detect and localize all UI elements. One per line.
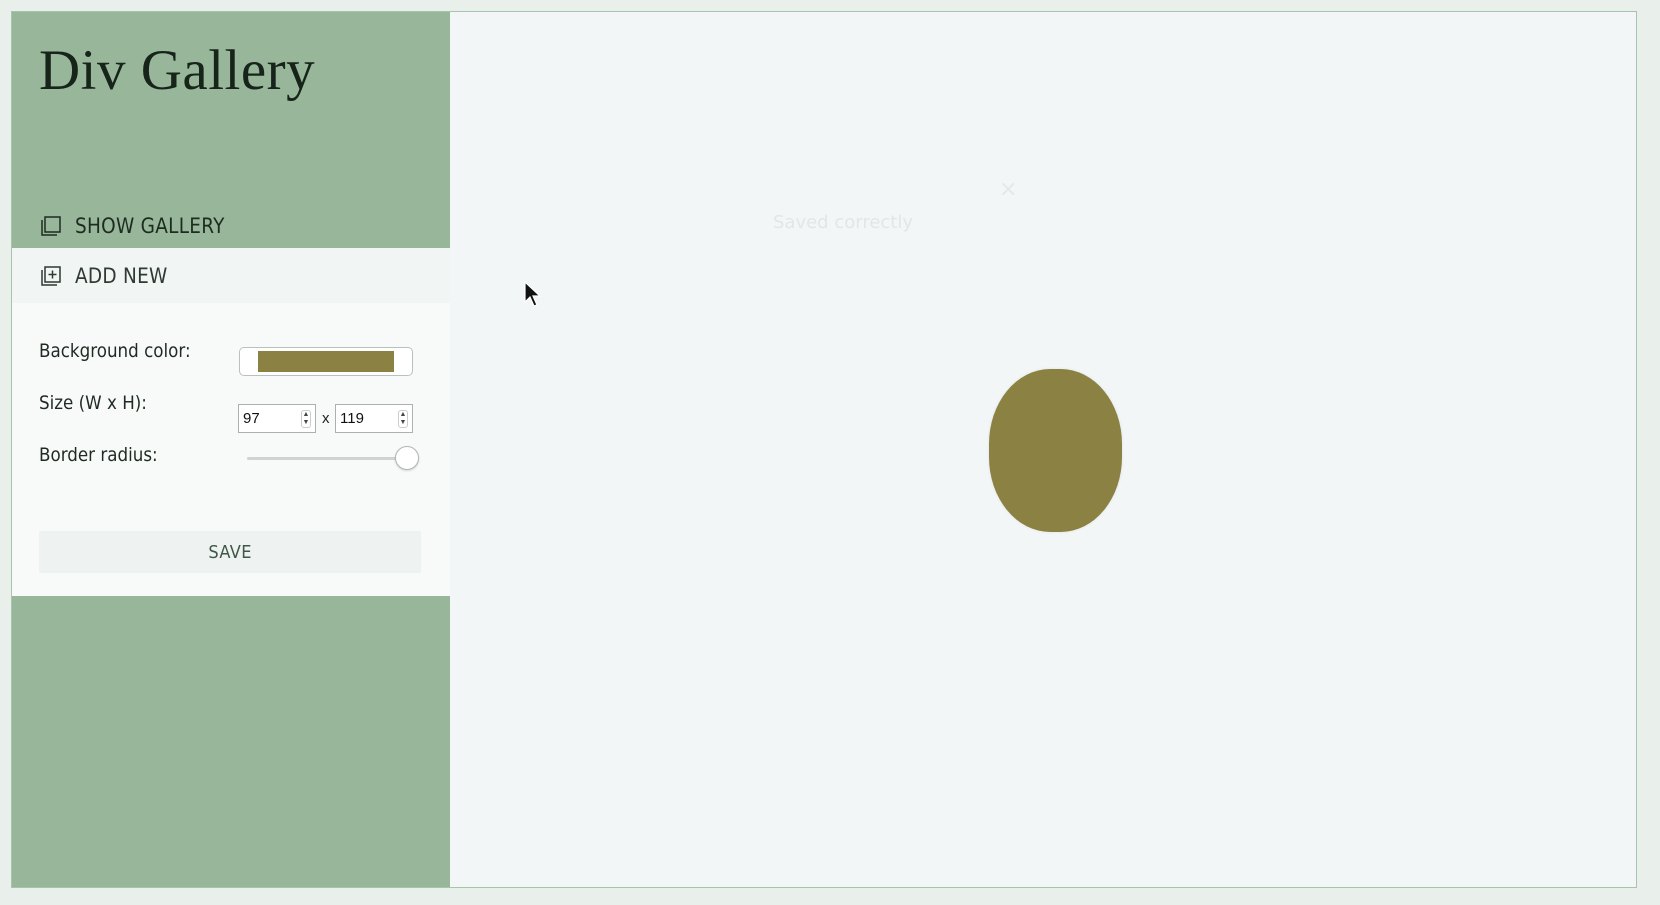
background-color-picker[interactable] [239,347,413,376]
stepper-up-icon[interactable]: ▲ [303,411,310,419]
nav-show-gallery-label: SHOW GALLERY [75,213,225,238]
save-button[interactable]: SAVE [39,531,421,573]
width-input[interactable]: 97 ▲ ▼ [238,404,316,433]
size-label: Size (W x H): [39,392,147,414]
toast-message: Saved correctly [773,212,914,233]
nav-add-new[interactable]: ADD NEW [12,248,450,303]
add-square-icon [39,264,63,288]
size-separator: x [322,410,330,427]
gallery-icon [39,214,63,238]
sidebar: Div Gallery SHOW GALLERY ADD NEW Backgro… [12,12,450,887]
stepper-down-icon[interactable]: ▼ [400,419,407,427]
height-stepper[interactable]: ▲ ▼ [398,409,408,428]
save-button-label: SAVE [208,541,252,563]
width-stepper[interactable]: ▲ ▼ [301,409,311,428]
preview-div [989,369,1122,532]
background-color-swatch [258,351,394,372]
border-radius-label: Border radius: [39,444,158,466]
height-value: 119 [340,410,364,427]
slider-track[interactable] [247,457,419,460]
height-input[interactable]: 119 ▲ ▼ [335,404,413,433]
nav-show-gallery[interactable]: SHOW GALLERY [12,198,450,253]
add-new-form: Background color: Size (W x H): 97 ▲ ▼ x… [12,303,450,596]
border-radius-slider[interactable] [247,444,419,472]
mouse-cursor-icon [524,281,542,307]
app-window: Div Gallery SHOW GALLERY ADD NEW Backgro… [11,11,1637,888]
stepper-up-icon[interactable]: ▲ [400,411,407,419]
preview-area: × Saved correctly [450,12,1636,887]
toast-close-icon[interactable]: × [999,177,1017,202]
stepper-down-icon[interactable]: ▼ [303,419,310,427]
background-color-label: Background color: [39,340,191,362]
slider-thumb[interactable] [394,446,419,470]
app-title: Div Gallery [39,39,316,102]
nav-add-new-label: ADD NEW [75,263,168,288]
width-value: 97 [243,410,260,427]
